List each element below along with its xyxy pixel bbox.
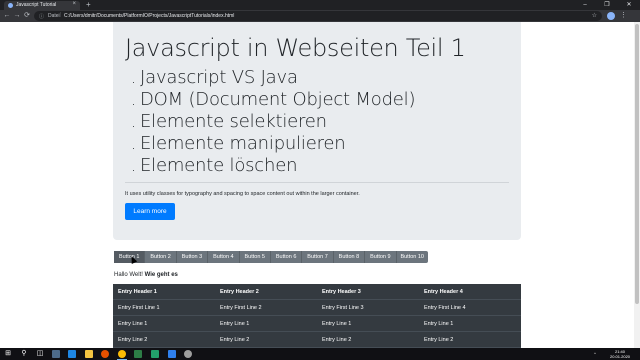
table-header: Entry Header 3 [322, 289, 361, 295]
table-cell: Entry First Line 4 [424, 305, 466, 311]
button-3[interactable]: Button 3 [177, 251, 209, 263]
browser-menu-icon[interactable]: ⋮ [620, 10, 627, 22]
topic-list-item: . Elemente manipulieren [131, 133, 415, 155]
button-10[interactable]: Button 10 [397, 251, 428, 263]
table-cell: Entry Line 1 [220, 321, 250, 327]
task-view-icon[interactable]: ◫ [35, 349, 45, 359]
table-cell: Entry Line 2 [322, 337, 352, 343]
address-separator: | [60, 12, 62, 18]
table-cell: Entry First Line 1 [118, 305, 160, 311]
vscode-icon[interactable] [168, 350, 176, 358]
topic-list-item: . Javascript VS Java [131, 67, 415, 89]
scrollbar-thumb[interactable] [635, 24, 639, 304]
topic-list-item: . Elemente selektieren [131, 111, 415, 133]
table-cell: Entry Line 2 [424, 337, 454, 343]
maximize-button[interactable]: ❐ [596, 0, 618, 10]
greeting-text: Hallo Welt! Wie geht es [114, 272, 178, 278]
table-header: Entry Header 4 [424, 289, 463, 295]
button-8[interactable]: Button 8 [334, 251, 366, 263]
button-group: Button 1 Button 2 Button 3 Button 4 Butt… [114, 251, 428, 263]
table-header: Entry Header 2 [220, 289, 259, 295]
profile-avatar[interactable] [607, 12, 615, 20]
table-cell: Entry First Line 3 [322, 305, 364, 311]
table-cell: Entry Line 1 [118, 321, 148, 327]
bullet: . [131, 134, 136, 153]
chrome-icon[interactable] [118, 350, 126, 358]
table-header: Entry Header 1 [118, 289, 157, 295]
firefox-icon[interactable] [101, 350, 109, 358]
file-explorer-icon[interactable] [85, 350, 93, 358]
forward-icon[interactable]: → [12, 10, 22, 22]
greeting-plain: Hallo Welt! [114, 272, 143, 278]
bookmark-star-icon[interactable]: ☆ [592, 12, 597, 19]
address-bar[interactable]: ⓘ Datei | C:/Users/dmitr/Documents/Platf… [34, 11, 602, 21]
edge-browser-icon[interactable] [68, 350, 76, 358]
back-icon[interactable]: ← [2, 10, 12, 22]
topic-label: DOM (Document Object Model) [140, 89, 416, 110]
topic-label: Javascript VS Java [140, 67, 298, 88]
table-cell: Entry Line 1 [424, 321, 454, 327]
topic-list-item: . Elemente löschen [131, 155, 415, 177]
taskbar-app-icon[interactable] [184, 350, 192, 358]
windows-start-icon[interactable]: ⊞ [3, 349, 13, 359]
tray-clock[interactable]: 21:40 20.01.2020 [610, 349, 630, 359]
button-6[interactable]: Button 6 [271, 251, 303, 263]
bullet: . [131, 112, 136, 131]
address-scheme: Datei [48, 13, 60, 19]
address-url[interactable]: C:/Users/dmitr/Documents/PlatformIO/Proj… [64, 13, 234, 19]
jumbotron: Javascript in Webseiten Teil 1 . Javascri… [113, 22, 521, 240]
topic-label: Elemente löschen [140, 155, 298, 176]
table-row: Entry Line 1 Entry Line 1 Entry Line 1 E… [113, 316, 521, 332]
button-9[interactable]: Button 9 [365, 251, 397, 263]
topic-list: . Javascript VS Java . DOM (Document Objec… [131, 67, 415, 177]
minimize-button[interactable]: – [574, 0, 596, 10]
tab-favicon-icon [8, 3, 13, 8]
search-icon[interactable]: ⚲ [19, 349, 29, 359]
bullet: . [131, 68, 136, 87]
entries-table: Entry Header 1 Entry Header 2 Entry Head… [113, 284, 521, 348]
lead-text: It uses utility classes for typography a… [125, 191, 360, 197]
taskbar-app-icon[interactable] [151, 350, 159, 358]
topic-list-item: . DOM (Document Object Model) [131, 89, 415, 111]
greeting-bold: Wie geht es [144, 272, 178, 278]
tray-date: 20.01.2020 [610, 354, 631, 359]
table-cell: Entry Line 2 [118, 337, 148, 343]
taskbar-app-icon[interactable] [134, 350, 142, 358]
page-viewport: Javascript in Webseiten Teil 1 . Javascri… [0, 22, 640, 348]
browser-toolbar: ← → ⟳ ⓘ Datei | C:/Users/dmitr/Documents… [0, 10, 640, 22]
divider [125, 182, 509, 183]
learn-more-button[interactable]: Learn more [125, 203, 175, 220]
table-row: Entry First Line 1 Entry First Line 2 En… [113, 300, 521, 316]
table-row: Entry Line 2 Entry Line 2 Entry Line 2 E… [113, 332, 521, 348]
table-cell: Entry Line 1 [322, 321, 352, 327]
bullet: . [131, 90, 136, 109]
table-cell: Entry First Line 2 [220, 305, 262, 311]
table-header-row: Entry Header 1 Entry Header 2 Entry Head… [113, 284, 521, 300]
site-info-icon[interactable]: ⓘ [39, 13, 44, 20]
topic-label: Elemente manipulieren [140, 133, 346, 154]
topic-label: Elemente selektieren [140, 111, 327, 132]
bullet: . [131, 156, 136, 175]
browser-tab-bar: Javascript Tutorial × + – ❐ ✕ [0, 0, 640, 10]
button-4[interactable]: Button 4 [208, 251, 240, 263]
button-7[interactable]: Button 7 [302, 251, 334, 263]
os-taskbar: ⊞ ⚲ ◫ ^ 21:40 20.01.2020 [0, 348, 640, 360]
browser-tab[interactable]: Javascript Tutorial × [4, 1, 80, 10]
close-window-button[interactable]: ✕ [618, 0, 640, 10]
reload-icon[interactable]: ⟳ [22, 10, 32, 22]
page-title: Javascript in Webseiten Teil 1 [125, 34, 466, 62]
tray-overflow-icon[interactable]: ^ [594, 351, 596, 356]
taskbar-app-icon[interactable] [52, 350, 60, 358]
tab-title: Javascript Tutorial [16, 2, 57, 8]
button-5[interactable]: Button 5 [240, 251, 271, 263]
button-2[interactable]: Button 2 [145, 251, 177, 263]
table-cell: Entry Line 2 [220, 337, 250, 343]
new-tab-button[interactable]: + [86, 0, 91, 10]
tab-close-icon[interactable]: × [72, 1, 76, 7]
